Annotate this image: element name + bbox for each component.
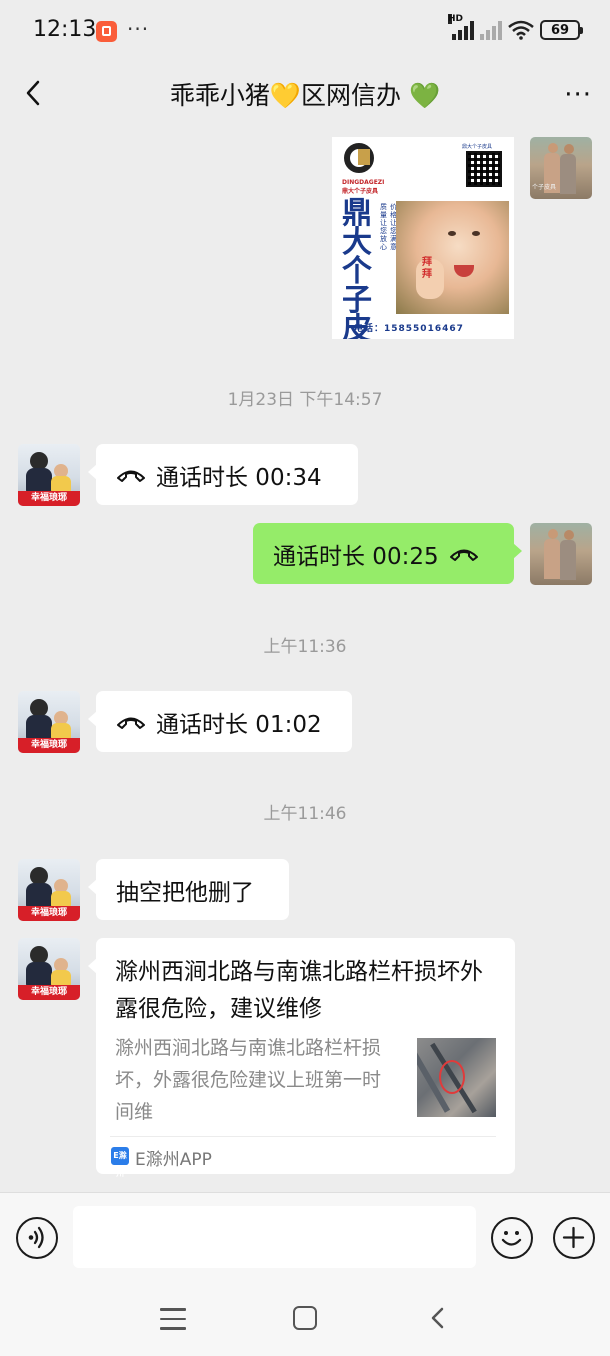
emoji-icon[interactable] xyxy=(491,1217,533,1259)
link-card-thumbnail xyxy=(417,1038,496,1117)
avatar-self[interactable]: 个子皮具 xyxy=(530,137,592,199)
avatar-self-caption: 个子皮具 xyxy=(532,184,557,191)
plus-icon[interactable] xyxy=(553,1217,595,1259)
call-duration: 通话时长 00:34 xyxy=(156,464,322,491)
message-text: 抽空把他删了 xyxy=(116,879,254,906)
notification-icon xyxy=(96,21,117,42)
link-card-description: 滁州西涧北路与南谯北路栏杆损坏，外露很危险建议上班第一时间维 xyxy=(115,1037,382,1123)
timestamp: 1月23日 下午14:57 xyxy=(227,390,383,410)
image-message[interactable]: DINGDAGEZI 鼎大个子皮具 鼎大个子皮具 质量让您放心 价格让您满意 鼎… xyxy=(332,137,514,339)
hd-label: HD xyxy=(448,14,464,24)
status-indicators: HD 69 xyxy=(448,14,583,40)
avatar-contact[interactable]: 幸福琅琊 xyxy=(18,444,80,506)
home-icon[interactable] xyxy=(293,1306,317,1330)
qr-code-image xyxy=(466,151,502,187)
link-card-title: 滁州西涧北路与南谯北路栏杆损坏外露很危险，建议维修 xyxy=(115,959,483,1022)
phone-hangup-icon xyxy=(117,470,145,482)
battery-icon: 69 xyxy=(540,20,583,40)
status-bar: 12:13 ··· HD 69 xyxy=(0,0,610,62)
voice-icon[interactable] xyxy=(16,1217,58,1259)
avatar-contact[interactable]: 幸福琅琊 xyxy=(18,859,80,921)
poster-brand: DINGDAGEZI 鼎大个子皮具 xyxy=(342,179,385,195)
buckle-image xyxy=(358,149,370,165)
message-input[interactable] xyxy=(73,1206,476,1268)
message-list[interactable]: DINGDAGEZI 鼎大个子皮具 鼎大个子皮具 质量让您放心 价格让您满意 鼎… xyxy=(0,128,610,1192)
text-message[interactable]: 抽空把他删了 xyxy=(88,859,289,920)
avatar-contact[interactable]: 幸福琅琊 xyxy=(18,938,80,1000)
status-time: 12:13 xyxy=(33,17,97,42)
poster-phone: 电话：15855016467 xyxy=(354,324,464,334)
phone-hangup-icon xyxy=(117,717,145,729)
call-duration: 通话时长 01:02 xyxy=(156,711,322,738)
avatar-caption: 幸福琅琊 xyxy=(18,491,80,506)
link-card-source: E滁州APP xyxy=(135,1150,212,1170)
baby-photo: 拜拜 xyxy=(396,201,509,314)
call-message[interactable]: 通话时长 01:02 xyxy=(88,691,352,752)
avatar-caption: 幸福琅琊 xyxy=(18,738,80,753)
chat-header: 乖乖小猪💛区网信办 💚 ··· xyxy=(0,62,610,128)
call-duration: 通话时长 00:25 xyxy=(273,543,439,570)
recents-icon[interactable] xyxy=(160,1308,186,1330)
poster-slogan-a: 质量让您放心 xyxy=(380,203,387,251)
avatar-self[interactable] xyxy=(530,523,592,585)
timestamp: 上午11:36 xyxy=(263,637,347,657)
input-bar xyxy=(0,1192,610,1280)
app-logo-icon: E滁州 xyxy=(111,1147,129,1178)
more-notifications-icon: ··· xyxy=(127,17,150,41)
poster-big-text: 鼎大个子皮具 xyxy=(342,196,372,340)
avatar-caption: 幸福琅琊 xyxy=(18,906,80,921)
signal-2-icon xyxy=(480,20,502,40)
phone-hangup-icon xyxy=(449,549,478,561)
battery-level: 69 xyxy=(550,22,570,38)
back-icon[interactable] xyxy=(424,1304,452,1332)
link-card-message[interactable]: 滁州西涧北路与南谯北路栏杆损坏外露很危险，建议维修 滁州西涧北路与南谯北路栏杆损… xyxy=(88,938,515,1178)
poster-qr-caption: 鼎大个子皮具 xyxy=(462,144,493,150)
avatar-contact[interactable]: 幸福琅琊 xyxy=(18,691,80,753)
timestamp: 上午11:46 xyxy=(263,804,347,824)
divider xyxy=(110,1136,496,1137)
avatar-caption: 幸福琅琊 xyxy=(18,985,80,1000)
chat-title: 乖乖小猪💛区网信办 💚 xyxy=(169,81,441,110)
system-nav-bar xyxy=(0,1280,610,1356)
wifi-icon xyxy=(508,20,534,40)
poster-baby-tag: 拜拜 xyxy=(422,257,432,280)
signal-icon: HD xyxy=(448,14,474,40)
call-message[interactable]: 通话时长 00:34 xyxy=(88,444,358,505)
call-message[interactable]: 通话时长 00:25 xyxy=(253,523,522,584)
more-icon[interactable]: ··· xyxy=(564,80,592,110)
